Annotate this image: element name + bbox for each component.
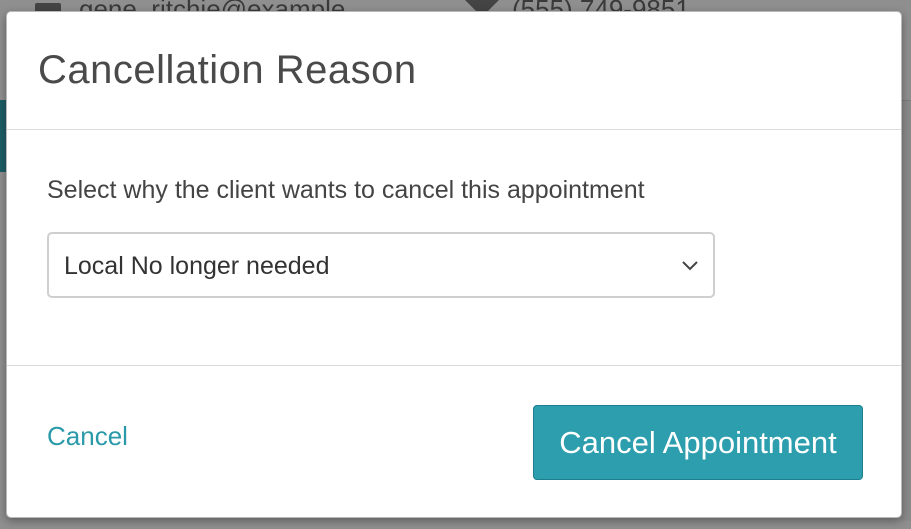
chevron-down-icon (682, 261, 698, 271)
cancel-appointment-button[interactable]: Cancel Appointment (533, 405, 863, 480)
modal-title: Cancellation Reason (38, 48, 417, 92)
cancel-link[interactable]: Cancel (47, 421, 128, 451)
reason-prompt-label: Select why the client wants to cancel th… (47, 176, 645, 204)
background-panel-edge (901, 100, 911, 521)
cancellation-reason-select[interactable]: Local No longer needed (47, 232, 715, 298)
modal-footer: Cancel Cancel Appointment (7, 365, 901, 519)
modal-header: Cancellation Reason (7, 12, 901, 130)
modal-body: Select why the client wants to cancel th… (7, 130, 901, 365)
selected-reason-value: Local No longer needed (64, 252, 330, 280)
cancellation-reason-modal: Cancellation Reason Select why the clien… (6, 11, 902, 518)
